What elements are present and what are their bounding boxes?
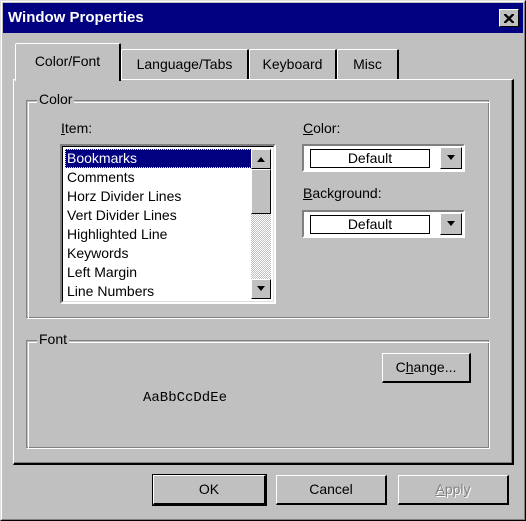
title-bar[interactable]: Window Properties	[3, 3, 523, 33]
color-combobox[interactable]: Default	[302, 144, 465, 172]
ok-label: OK	[198, 481, 220, 497]
scroll-down-button[interactable]	[251, 279, 271, 299]
item-label: Item:	[61, 120, 93, 136]
list-item[interactable]: Comments	[65, 168, 252, 187]
apply-button[interactable]: Apply	[398, 475, 509, 505]
color-group-title: Color	[37, 91, 75, 107]
color-value: Default	[310, 149, 430, 168]
ok-button[interactable]: OK	[152, 474, 267, 506]
background-value: Default	[310, 215, 430, 234]
chevron-down-icon	[447, 221, 455, 226]
color-label: Color:	[303, 120, 341, 136]
close-button[interactable]	[499, 9, 519, 27]
scroll-thumb[interactable]	[251, 169, 271, 214]
tab-keyboard[interactable]: Keyboard	[249, 49, 337, 79]
background-combobox[interactable]: Default	[302, 210, 465, 238]
arrow-up-icon	[257, 157, 265, 162]
item-label-text: tem:	[64, 120, 93, 136]
tab-label: Keyboard	[262, 56, 323, 72]
apply-label: Apply	[435, 481, 471, 497]
list-item[interactable]: Bookmarks	[65, 149, 252, 168]
close-icon	[504, 13, 514, 23]
tab-label: Color/Font	[34, 53, 101, 69]
cancel-label: Cancel	[309, 481, 353, 497]
background-dropdown-button[interactable]	[440, 213, 462, 235]
chevron-down-icon	[447, 155, 455, 160]
list-scrollbar[interactable]	[251, 149, 271, 299]
list-item[interactable]: Keywords	[65, 244, 252, 263]
color-dropdown-button[interactable]	[440, 147, 462, 169]
arrow-down-icon	[257, 286, 265, 291]
background-label: Background:	[303, 185, 382, 201]
list-item[interactable]: Vert Divider Lines	[65, 206, 252, 225]
font-sample: AaBbCcDdEe	[143, 390, 228, 406]
list-item[interactable]: Highlighted Line	[65, 225, 252, 244]
list-item[interactable]: Horz Divider Lines	[65, 187, 252, 206]
tab-language-tabs[interactable]: Language/Tabs	[121, 49, 249, 79]
cancel-button[interactable]: Cancel	[276, 475, 387, 505]
tab-label: Misc	[353, 56, 382, 72]
tab-label: Language/Tabs	[136, 56, 233, 72]
tab-color-font[interactable]: Color/Font	[15, 43, 121, 81]
list-item[interactable]: Left Margin	[65, 263, 252, 282]
tab-misc[interactable]: Misc	[337, 49, 399, 79]
window-properties-dialog: Window Properties Color/Font Language/Ta…	[0, 0, 526, 521]
item-list: Bookmarks Comments Horz Divider Lines Vert …	[65, 149, 252, 301]
item-listbox[interactable]: Bookmarks Comments Horz Divider Lines Vert …	[60, 144, 276, 304]
list-item[interactable]: Line Numbers	[65, 282, 252, 301]
font-group-title: Font	[37, 331, 70, 347]
change-font-label: Change...	[395, 359, 457, 375]
change-font-button[interactable]: Change...	[382, 353, 471, 383]
window-title: Window Properties	[8, 9, 144, 26]
scroll-up-button[interactable]	[251, 149, 271, 169]
